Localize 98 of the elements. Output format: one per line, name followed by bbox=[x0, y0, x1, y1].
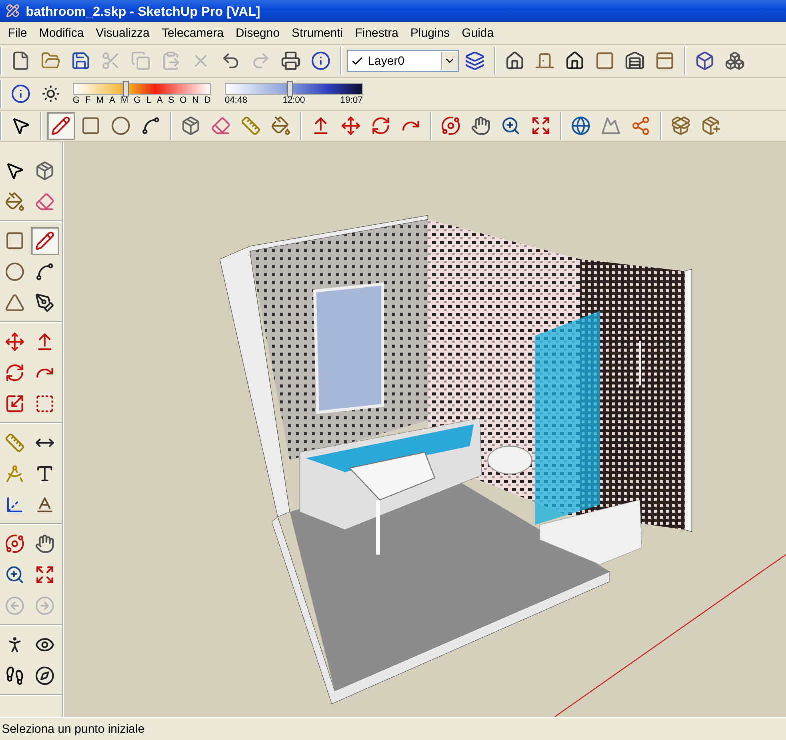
building-icon bbox=[625, 51, 645, 71]
status-text: Seleziona un punto iniziale bbox=[2, 722, 145, 736]
sun-icon bbox=[41, 84, 61, 104]
menu-item[interactable]: File bbox=[2, 26, 34, 40]
move-arrows-icon bbox=[341, 116, 361, 136]
eraser-icon bbox=[35, 192, 55, 212]
rectangle-icon bbox=[5, 230, 25, 250]
globe-icon bbox=[571, 116, 591, 136]
clipboard-icon bbox=[161, 51, 181, 71]
open-box-icon bbox=[671, 116, 691, 136]
panel-icon bbox=[655, 51, 675, 71]
move-arrows-icon bbox=[5, 332, 25, 352]
magnifier-icon bbox=[501, 116, 521, 136]
hand-icon bbox=[471, 116, 491, 136]
folder-icon bbox=[41, 51, 61, 71]
blank-page-icon bbox=[11, 51, 31, 71]
hand-icon bbox=[35, 534, 55, 554]
month-label: D bbox=[204, 95, 211, 105]
freehand-icon bbox=[35, 292, 55, 312]
month-label: L bbox=[146, 95, 152, 105]
time-slider[interactable] bbox=[225, 83, 363, 95]
footprints-icon bbox=[5, 666, 25, 686]
month-label: M bbox=[120, 95, 128, 105]
scale-icon bbox=[5, 394, 25, 414]
menu-item[interactable]: Disegno bbox=[230, 26, 286, 40]
pencil-button[interactable] bbox=[31, 226, 59, 254]
orbit-icon bbox=[5, 534, 25, 554]
pencil-icon bbox=[51, 116, 71, 136]
menu-item[interactable]: Plugins bbox=[404, 26, 456, 40]
tape-measure-icon bbox=[5, 432, 25, 452]
wireframe-cubes-icon bbox=[725, 51, 745, 71]
house-front-icon bbox=[565, 51, 585, 71]
square-icon bbox=[595, 51, 615, 71]
component-box-icon bbox=[181, 116, 201, 136]
door-icon bbox=[535, 51, 555, 71]
scissors-icon bbox=[101, 51, 121, 71]
paint-bucket-icon bbox=[5, 192, 25, 212]
month-label: A bbox=[156, 95, 163, 105]
layer-dropdown[interactable]: Layer0 bbox=[347, 50, 459, 72]
info-icon bbox=[311, 51, 331, 71]
month-label: G bbox=[134, 95, 141, 105]
zoom-extents-icon bbox=[35, 564, 55, 584]
month-label: O bbox=[180, 95, 187, 105]
slider-thumb[interactable] bbox=[286, 81, 293, 97]
orbit-icon bbox=[441, 116, 461, 136]
month-label: S bbox=[168, 95, 174, 105]
date-slider[interactable] bbox=[73, 83, 211, 95]
paint-bucket-icon bbox=[271, 116, 291, 136]
menu-item[interactable]: Modifica bbox=[33, 26, 90, 40]
arc-icon bbox=[141, 116, 161, 136]
time-label: 12:00 bbox=[282, 95, 306, 105]
time-label: 04:48 bbox=[225, 95, 248, 105]
component-box-icon bbox=[35, 160, 55, 180]
box-plus-icon bbox=[701, 116, 721, 136]
share-icon bbox=[631, 116, 651, 136]
menu-item[interactable]: Guida bbox=[456, 26, 500, 40]
month-label: A bbox=[109, 95, 116, 105]
tape-measure-icon bbox=[241, 116, 261, 136]
undo-icon bbox=[221, 51, 241, 71]
shadow-info-icon bbox=[11, 84, 31, 104]
copy-icon bbox=[131, 51, 151, 71]
3d-viewport[interactable] bbox=[64, 142, 786, 717]
month-label: F bbox=[86, 95, 91, 105]
printer-icon bbox=[281, 51, 301, 71]
rotate-icon bbox=[5, 362, 25, 382]
menu-item[interactable]: Strumenti bbox=[286, 26, 350, 40]
rotate-icon bbox=[371, 116, 391, 136]
menu-item[interactable]: Telecamera bbox=[156, 26, 230, 40]
month-label: N bbox=[192, 95, 199, 105]
next-view-icon bbox=[35, 596, 55, 616]
arrow-pointer-icon bbox=[5, 160, 25, 180]
menu-item[interactable]: Finestra bbox=[349, 26, 405, 40]
cube-icon bbox=[695, 51, 715, 71]
month-label: G bbox=[73, 95, 80, 105]
house-icon bbox=[505, 51, 525, 71]
window-title: bathroom_2.skp - SketchUp Pro [VAL] bbox=[26, 4, 261, 18]
triangle-icon bbox=[5, 292, 25, 312]
month-label: M bbox=[96, 95, 104, 105]
axes-icon bbox=[5, 494, 25, 514]
menu-item[interactable]: Visualizza bbox=[90, 26, 156, 40]
circle-icon bbox=[5, 262, 25, 282]
zoom-extents-icon bbox=[531, 116, 551, 136]
protractor-icon bbox=[5, 464, 25, 484]
previous-view-icon bbox=[5, 596, 25, 616]
time-label: 19:07 bbox=[340, 95, 363, 105]
app-icon bbox=[6, 4, 20, 18]
rectangle-icon bbox=[81, 116, 101, 136]
pencil-button[interactable] bbox=[47, 112, 75, 140]
text-label-icon bbox=[35, 464, 55, 484]
magnifier-icon bbox=[5, 564, 25, 584]
eraser-icon bbox=[211, 116, 231, 136]
redo-icon bbox=[251, 51, 271, 71]
arc-icon bbox=[35, 262, 55, 282]
circle-icon bbox=[111, 116, 131, 136]
slider-thumb[interactable] bbox=[122, 81, 129, 97]
layers-icon bbox=[465, 51, 485, 71]
arrow-pointer-icon bbox=[11, 116, 31, 136]
pencil-icon bbox=[35, 230, 55, 250]
